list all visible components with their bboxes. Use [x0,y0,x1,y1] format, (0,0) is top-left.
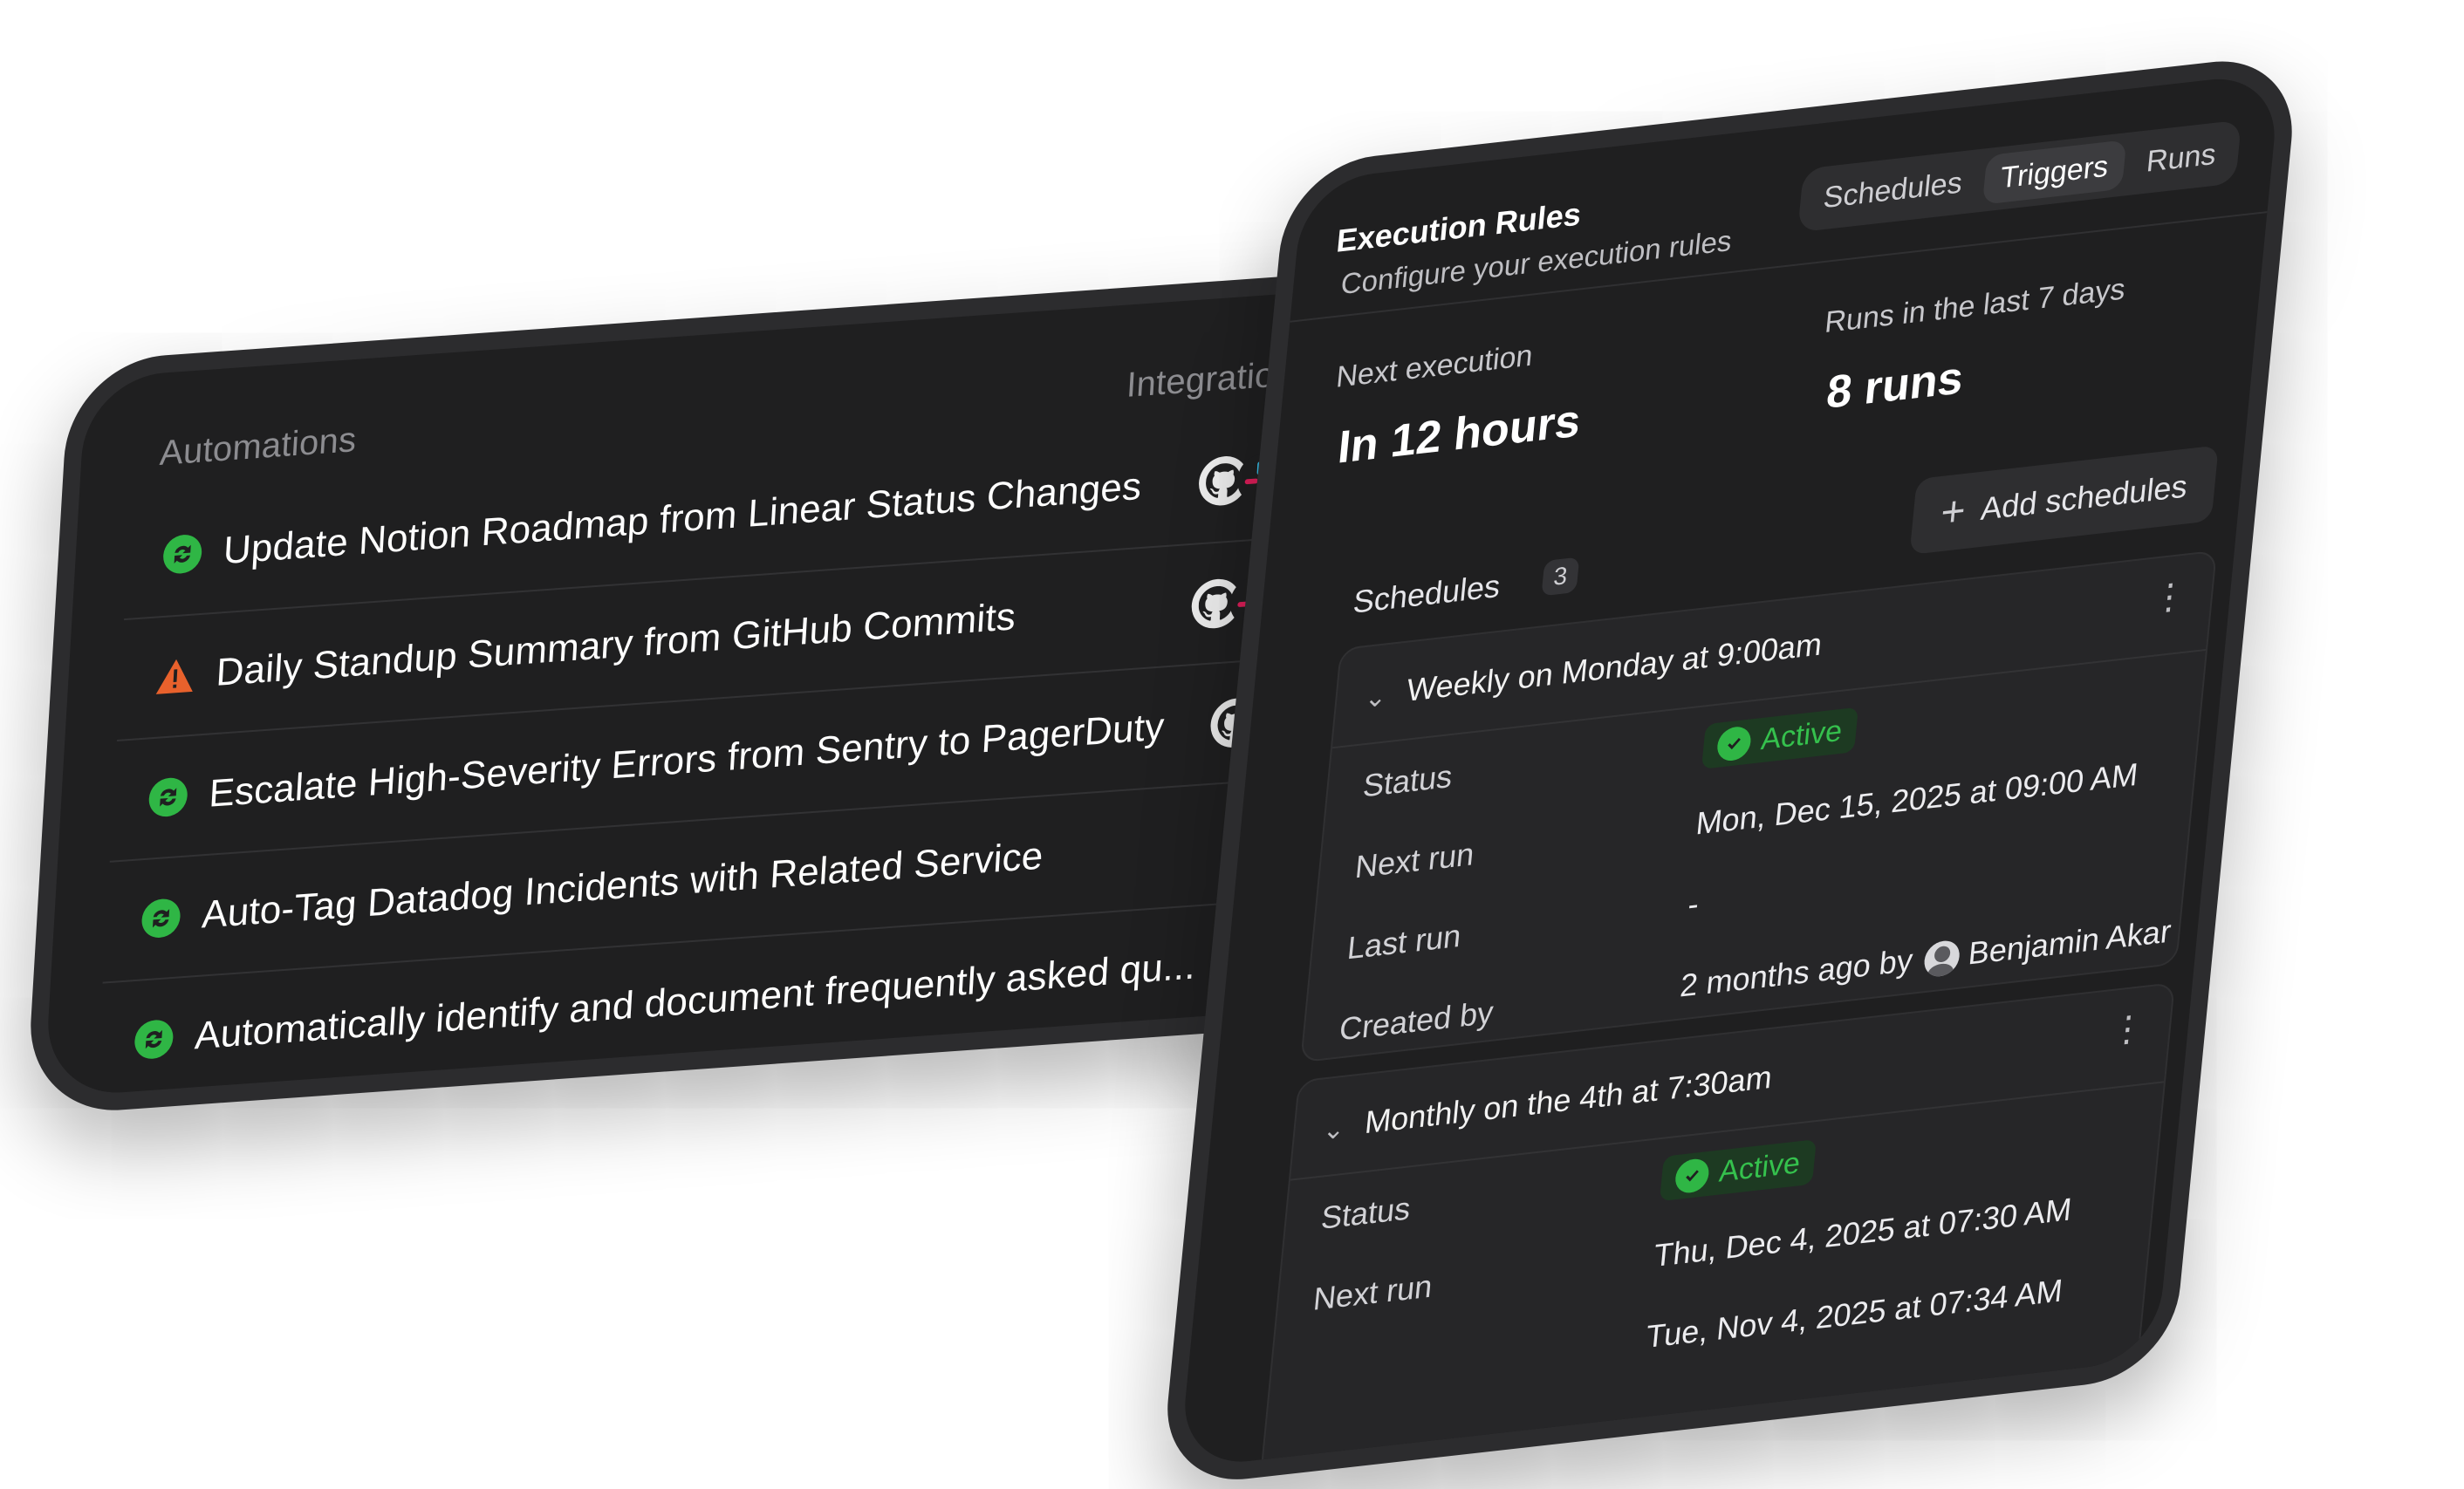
schedules-label: Schedules [1352,567,1502,620]
schedules-count-badge: 3 [1541,557,1580,597]
chevron-down-icon[interactable]: ⌄ [1321,1113,1346,1146]
check-icon [1715,724,1753,762]
automation-name: Daily Standup Summary from GitHub Commit… [215,595,1017,694]
execution-rules-panel: Execution Rules Configure your execution… [1159,51,2300,1489]
more-menu-icon[interactable]: ⋮ [2150,576,2188,618]
plus-icon: + [1938,487,1968,537]
next-execution-label: Next execution [1334,338,1535,394]
status-active-icon [147,775,189,819]
rules-tabs: Schedules Triggers Runs [1797,120,2242,233]
next-execution-value: In 12 hours [1335,395,1583,474]
more-menu-icon[interactable]: ⋮ [2108,1008,2146,1051]
chevron-down-icon[interactable]: ⌄ [1363,681,1388,714]
created-time: 2 months ago by [1678,941,1915,1004]
automations-panel: Automations Integrations Update Notion R… [24,267,1412,1117]
status-label: Status [1361,757,1454,804]
warning-icon [154,654,197,698]
automations-list: Update Notion Roadmap from Linear Status… [95,409,1385,1103]
status-active-icon [140,897,182,940]
status-badge: Active [1701,707,1858,769]
automations-title: Automations [158,420,358,474]
status-value: Active [1759,714,1844,757]
status-badge: Active [1659,1139,1817,1202]
created-by-label: Created by [1338,994,1496,1048]
add-schedules-label: Add schedules [1979,468,2189,528]
status-value: Active [1717,1145,1802,1189]
next-run-label: Next run [1311,1267,1434,1317]
tab-schedules[interactable]: Schedules [1805,156,1980,224]
tab-runs[interactable]: Runs [2128,127,2234,188]
runs-value: 8 runs [1824,352,1966,420]
created-user: Benjamin Akar [1967,912,2173,972]
status-active-icon [161,533,204,577]
status-label: Status [1319,1190,1413,1236]
tab-triggers[interactable]: Triggers [1982,140,2126,205]
avatar [1922,939,1961,979]
schedule-title: Weekly on Monday at 9:00am [1405,625,1824,708]
last-run-label: Last run [1345,917,1463,966]
automation-name: Auto-Tag Datadog Incidents with Related … [201,834,1044,937]
last-run-value: - [1686,885,1701,923]
schedule-title: Monthly on the 4th at 7:30am [1363,1058,1774,1141]
status-active-icon [133,1018,175,1062]
next-run-label: Next run [1353,835,1476,885]
runs-label: Runs in the last 7 days [1823,272,2127,340]
check-icon [1673,1157,1711,1194]
